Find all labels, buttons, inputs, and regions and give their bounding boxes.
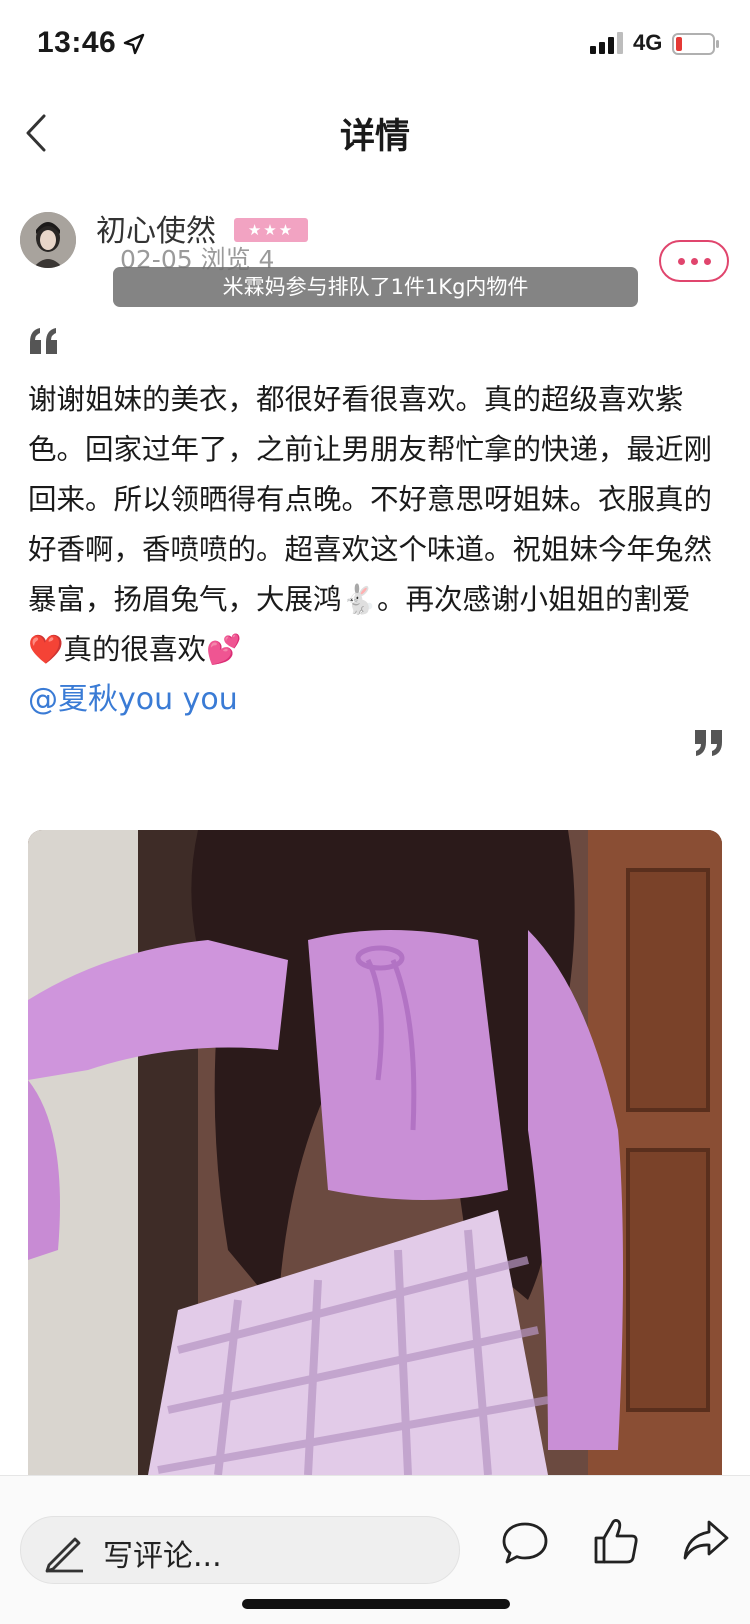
bottom-bar: 写评论... (0, 1475, 750, 1624)
status-time: 13:46 (37, 26, 117, 59)
page-title: 详情 (339, 117, 410, 157)
level-badge: ★★★ (234, 218, 308, 242)
battery-icon (672, 33, 719, 55)
activity-toast: 米霖妈参与排队了1件1Kg内物件 (113, 267, 638, 307)
nav-bar: 详情 (0, 90, 750, 172)
quote-open-icon (30, 328, 57, 354)
status-bar: 13:46 4G (0, 0, 750, 90)
location-arrow-icon (123, 33, 145, 55)
more-dots-icon[interactable] (659, 240, 729, 282)
comment-input[interactable]: 写评论... (20, 1516, 460, 1584)
signal-icon (590, 32, 623, 54)
comment-bubble-icon[interactable] (500, 1518, 550, 1568)
post-photo[interactable] (28, 830, 722, 1475)
comment-placeholder: 写评论... (103, 1539, 222, 1574)
thumbs-up-icon[interactable] (592, 1516, 640, 1566)
quote-close-icon (695, 730, 722, 756)
post-body: 谢谢姐妹的美衣，都很好看很喜欢。真的超级喜欢紫色。回家过年了，之前让男朋友帮忙拿… (28, 383, 713, 666)
pen-icon (45, 1537, 83, 1573)
network-label: 4G (633, 30, 663, 55)
avatar[interactable] (20, 212, 76, 268)
mention-link[interactable]: @夏秋you you (28, 675, 238, 725)
home-indicator (242, 1599, 510, 1609)
share-arrow-icon[interactable] (681, 1518, 731, 1564)
